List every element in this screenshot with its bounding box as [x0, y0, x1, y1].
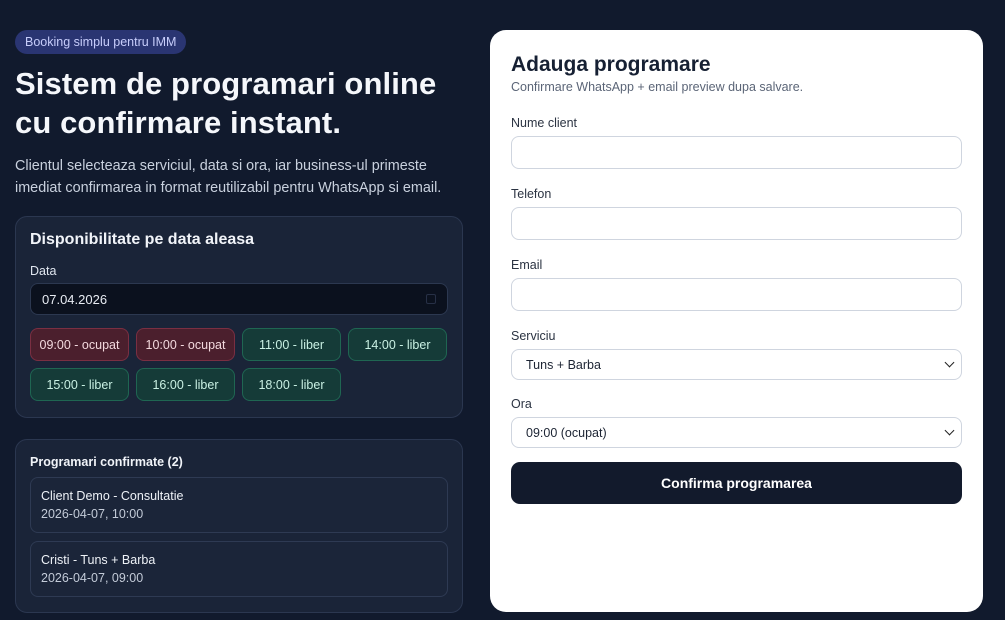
service-select[interactable]: Tuns + Barba [511, 349, 962, 380]
phone-input[interactable] [511, 207, 962, 240]
booking-datetime: 2026-04-07, 09:00 [41, 571, 144, 585]
confirmed-bookings-card: Programari confirmate (2) Client Demo - … [15, 439, 463, 613]
booking-name: Client Demo - Consultatie [41, 489, 184, 503]
form-title: Adauga programare [511, 53, 711, 76]
confirmed-bookings-title: Programari confirmate (2) [30, 455, 183, 469]
hero-badge: Booking simplu pentru IMM [15, 30, 187, 54]
time-slot[interactable]: 10:00 - ocupat [136, 328, 235, 361]
service-label: Serviciu [511, 329, 556, 343]
time-slot[interactable]: 14:00 - liber [348, 328, 447, 361]
time-slot[interactable]: 16:00 - liber [136, 368, 235, 401]
availability-title: Disponibilitate pe data aleasa [30, 231, 255, 248]
time-slot[interactable]: 09:00 - ocupat [30, 328, 129, 361]
calendar-icon[interactable] [426, 294, 436, 304]
phone-label: Telefon [511, 187, 552, 201]
page: Booking simplu pentru IMM Sistem de prog… [0, 0, 1005, 620]
client-name-label: Nume client [511, 116, 577, 130]
time-select[interactable]: 09:00 (ocupat) [511, 417, 962, 448]
email-input[interactable] [511, 278, 962, 311]
time-slot[interactable]: 15:00 - liber [30, 368, 129, 401]
booking-item: Cristi - Tuns + Barba 2026-04-07, 09:00 [30, 541, 448, 597]
booking-datetime: 2026-04-07, 10:00 [41, 507, 144, 521]
hero-title: Sistem de programari online cu confirmar… [15, 66, 437, 140]
time-value: 09:00 (ocupat) [526, 425, 607, 440]
hero-section: Booking simplu pentru IMM Sistem de prog… [15, 30, 463, 199]
hero-description: Clientul selecteaza serviciul, data si o… [15, 158, 442, 196]
date-label: Data [30, 264, 57, 278]
confirm-booking-button[interactable]: Confirma programarea [511, 462, 962, 504]
availability-card: Disponibilitate pe data aleasa Data 07.0… [15, 216, 463, 418]
time-slots: 09:00 - ocupat 10:00 - ocupat 11:00 - li… [30, 328, 448, 401]
booking-item: Client Demo - Consultatie 2026-04-07, 10… [30, 477, 448, 533]
service-value: Tuns + Barba [526, 357, 601, 372]
chevron-down-icon [944, 425, 955, 436]
email-label: Email [511, 258, 543, 272]
time-slot[interactable]: 18:00 - liber [242, 368, 341, 401]
time-slot[interactable]: 11:00 - liber [242, 328, 341, 361]
booking-name: Cristi - Tuns + Barba [41, 553, 156, 567]
add-booking-form: Adauga programare Confirmare WhatsApp + … [490, 30, 983, 612]
time-label: Ora [511, 397, 532, 411]
chevron-down-icon [944, 357, 955, 368]
form-subtitle: Confirmare WhatsApp + email preview dupa… [511, 80, 804, 94]
date-value: 07.04.2026 [42, 291, 108, 307]
date-input[interactable]: 07.04.2026 [30, 283, 448, 315]
client-name-input[interactable] [511, 136, 962, 169]
